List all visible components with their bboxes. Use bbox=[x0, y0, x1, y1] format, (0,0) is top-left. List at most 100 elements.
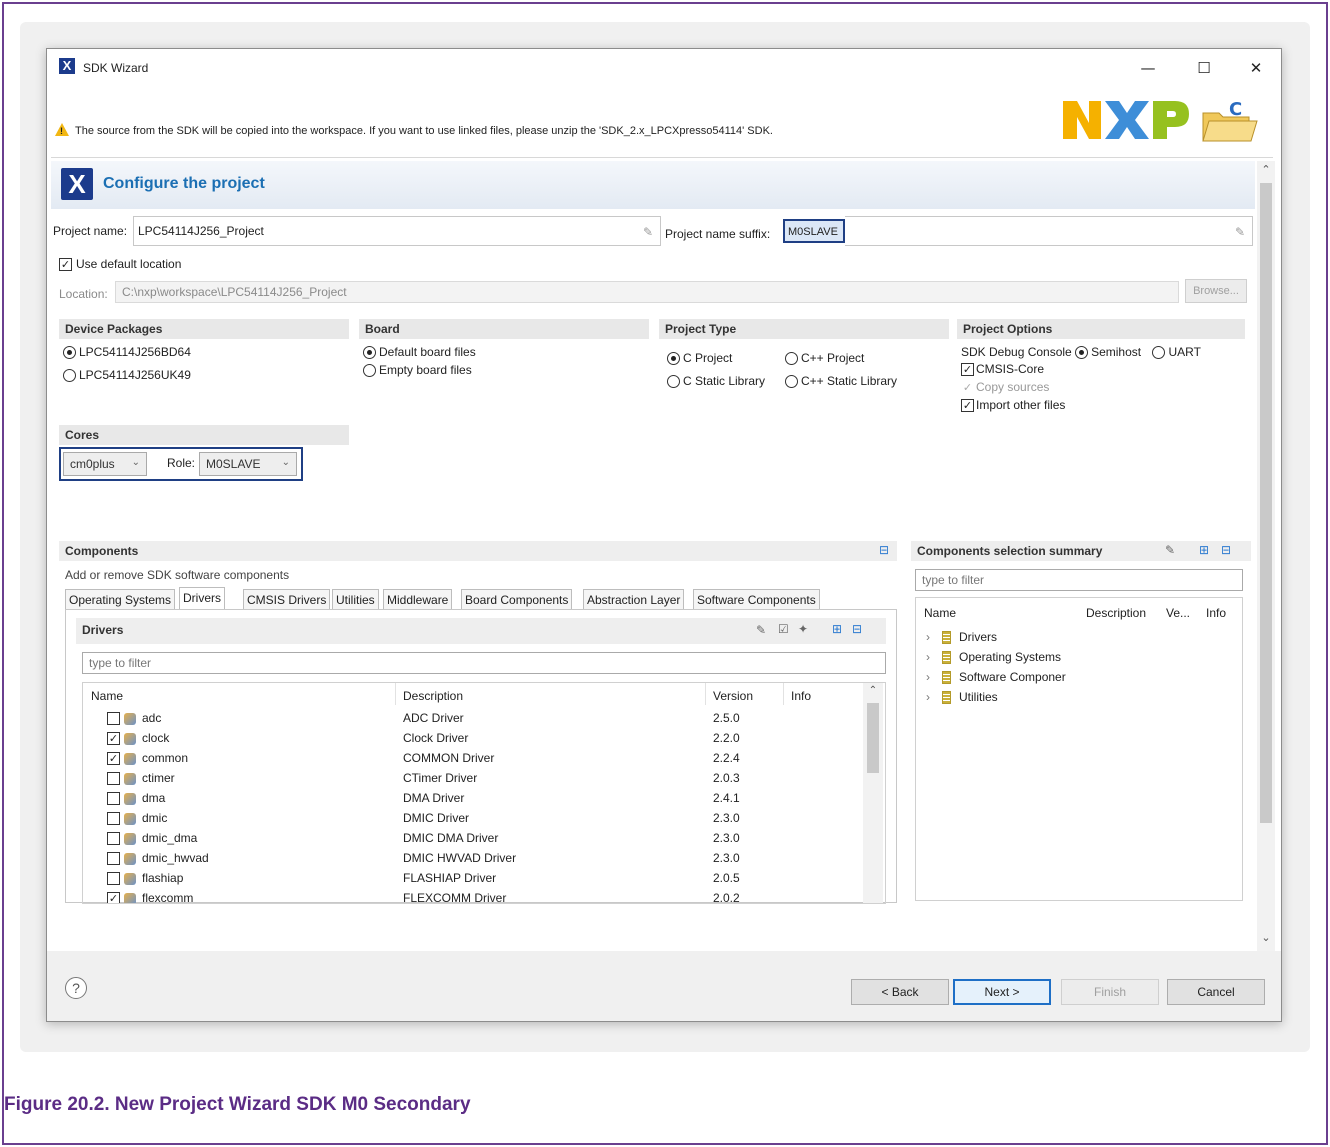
table-row[interactable]: ✓ common COMMON Driver 2.2.4 bbox=[83, 749, 863, 769]
table-row[interactable]: adc ADC Driver 2.5.0 bbox=[83, 709, 863, 729]
radio-selected-icon[interactable] bbox=[667, 352, 680, 366]
semihost-radio[interactable]: Semihost bbox=[1075, 345, 1141, 360]
driver-checkbox[interactable] bbox=[107, 832, 120, 846]
edit-suffix-icon[interactable]: ✎ bbox=[1233, 225, 1247, 239]
next-button[interactable]: Next > bbox=[953, 979, 1051, 1005]
radio-icon[interactable] bbox=[63, 369, 76, 383]
import-other-files-checkbox[interactable]: ✓ Import other files bbox=[961, 398, 1065, 413]
edit-name-icon[interactable]: ✎ bbox=[641, 225, 655, 239]
device-package-option-1[interactable]: LPC54114J256BD64 bbox=[63, 345, 191, 360]
radio-selected-icon[interactable] bbox=[1075, 346, 1089, 360]
tab-board-components[interactable]: Board Components bbox=[461, 589, 573, 609]
check-icon[interactable]: ✓ bbox=[961, 399, 974, 413]
scroll-up-icon[interactable]: ⌃ bbox=[865, 685, 881, 696]
chevron-right-icon[interactable]: › bbox=[926, 650, 930, 664]
table-row[interactable]: flashiap FLASHIAP Driver 2.0.5 bbox=[83, 869, 863, 889]
radio-icon[interactable] bbox=[785, 375, 798, 389]
summary-tree-item[interactable]: › Software Componer bbox=[922, 668, 1222, 688]
table-row[interactable]: dmic_hwvad DMIC HWVAD Driver 2.3.0 bbox=[83, 849, 863, 869]
tab-utilities[interactable]: Utilities bbox=[332, 589, 379, 609]
collapse-icon[interactable]: ⊟ bbox=[879, 543, 889, 557]
role-select[interactable]: M0SLAVE ⌄ bbox=[199, 452, 297, 476]
col-version[interactable]: Version bbox=[713, 689, 753, 703]
driver-checkbox[interactable] bbox=[107, 712, 120, 726]
tab-operating-systems[interactable]: Operating Systems bbox=[65, 589, 176, 609]
board-option-empty[interactable]: Empty board files bbox=[363, 363, 472, 378]
check-icon[interactable]: ✓ bbox=[961, 381, 974, 395]
close-button[interactable]: ✕ bbox=[1233, 55, 1279, 81]
back-button[interactable]: < Back bbox=[851, 979, 949, 1005]
uncheck-all-icon[interactable]: ✦ bbox=[798, 622, 808, 636]
check-icon[interactable]: ✓ bbox=[961, 363, 974, 377]
radio-icon[interactable] bbox=[363, 364, 376, 378]
col-info[interactable]: Info bbox=[791, 689, 811, 703]
core-select[interactable]: cm0plus ⌄ bbox=[63, 452, 147, 476]
summary-col-description[interactable]: Description bbox=[1086, 606, 1146, 620]
driver-checkbox[interactable]: ✓ bbox=[107, 732, 120, 746]
minimize-button[interactable]: — bbox=[1125, 55, 1171, 81]
project-name-input[interactable]: LPC54114J256_Project bbox=[133, 216, 661, 246]
cancel-button[interactable]: Cancel bbox=[1167, 979, 1265, 1005]
table-scrollbar[interactable]: ⌃ bbox=[863, 683, 883, 903]
tab-software-components[interactable]: Software Components bbox=[693, 589, 820, 609]
expand-all-icon[interactable]: ⊞ bbox=[1199, 543, 1209, 557]
driver-checkbox[interactable]: ✓ bbox=[107, 892, 120, 903]
maximize-button[interactable]: ☐ bbox=[1181, 55, 1227, 81]
drivers-filter-input[interactable]: type to filter bbox=[82, 652, 886, 674]
radio-selected-icon[interactable] bbox=[63, 346, 76, 360]
collapse-all-icon[interactable]: ⊟ bbox=[1221, 543, 1231, 557]
driver-checkbox[interactable] bbox=[107, 872, 120, 886]
use-default-location-checkbox[interactable]: ✓ Use default location bbox=[59, 257, 181, 272]
tab-abstraction-layer[interactable]: Abstraction Layer bbox=[583, 589, 685, 609]
table-row[interactable]: ✓ clock Clock Driver 2.2.0 bbox=[83, 729, 863, 749]
project-type-c[interactable]: C Project bbox=[667, 351, 732, 366]
driver-checkbox[interactable] bbox=[107, 812, 120, 826]
project-type-c-static[interactable]: C Static Library bbox=[667, 374, 765, 389]
table-row[interactable]: dmic DMIC Driver 2.3.0 bbox=[83, 809, 863, 829]
radio-icon[interactable] bbox=[1152, 346, 1166, 360]
chevron-right-icon[interactable]: › bbox=[926, 690, 930, 704]
check-all-icon[interactable]: ☑ bbox=[778, 622, 789, 636]
default-location-check-icon[interactable]: ✓ bbox=[59, 258, 72, 272]
scrollbar-thumb[interactable] bbox=[1260, 183, 1272, 823]
summary-tree-item[interactable]: › Drivers bbox=[922, 628, 1222, 648]
table-row[interactable]: ctimer CTimer Driver 2.0.3 bbox=[83, 769, 863, 789]
driver-checkbox[interactable] bbox=[107, 792, 120, 806]
project-suffix-field-rest[interactable] bbox=[845, 216, 1253, 246]
tab-cmsis-drivers[interactable]: CMSIS Drivers bbox=[243, 589, 331, 609]
scroll-up-icon[interactable]: ⌃ bbox=[1257, 163, 1275, 176]
cmsis-core-checkbox[interactable]: ✓ CMSIS-Core bbox=[961, 362, 1044, 377]
project-suffix-input[interactable]: M0SLAVE bbox=[783, 219, 845, 243]
table-row[interactable]: dma DMA Driver 2.4.1 bbox=[83, 789, 863, 809]
driver-checkbox[interactable] bbox=[107, 852, 120, 866]
table-row[interactable]: dmic_dma DMIC DMA Driver 2.3.0 bbox=[83, 829, 863, 849]
summary-col-version[interactable]: Ve... bbox=[1166, 606, 1190, 620]
collapse-all-icon[interactable]: ⊟ bbox=[852, 622, 862, 636]
table-row[interactable]: ✓ flexcomm FLEXCOMM Driver 2.0.2 bbox=[83, 889, 863, 903]
tab-middleware[interactable]: Middleware bbox=[383, 589, 453, 609]
summary-tree-item[interactable]: › Utilities bbox=[922, 688, 1222, 708]
board-option-default[interactable]: Default board files bbox=[363, 345, 476, 360]
copy-sources-checkbox[interactable]: ✓ Copy sources bbox=[961, 380, 1049, 395]
browse-button[interactable]: Browse... bbox=[1185, 279, 1247, 303]
summary-tree-item[interactable]: › Operating Systems bbox=[922, 648, 1222, 668]
page-scrollbar[interactable]: ⌃ ⌄ bbox=[1257, 161, 1275, 951]
scroll-down-icon[interactable]: ⌄ bbox=[1257, 931, 1275, 944]
scrollbar-thumb[interactable] bbox=[867, 703, 879, 773]
edit-icon[interactable]: ✎ bbox=[1165, 543, 1175, 557]
driver-checkbox[interactable] bbox=[107, 772, 120, 786]
radio-selected-icon[interactable] bbox=[363, 346, 376, 360]
project-type-cpp[interactable]: C++ Project bbox=[785, 351, 864, 366]
radio-icon[interactable] bbox=[667, 375, 680, 389]
radio-icon[interactable] bbox=[785, 352, 798, 366]
chevron-right-icon[interactable]: › bbox=[926, 670, 930, 684]
edit-icon[interactable]: ✎ bbox=[756, 623, 766, 637]
tab-drivers[interactable]: Drivers bbox=[179, 587, 225, 609]
col-name[interactable]: Name bbox=[91, 689, 123, 703]
location-input[interactable]: C:\nxp\workspace\LPC54114J256_Project bbox=[115, 281, 1179, 303]
summary-col-info[interactable]: Info bbox=[1206, 606, 1226, 620]
summary-filter-input[interactable]: type to filter bbox=[915, 569, 1243, 591]
driver-checkbox[interactable]: ✓ bbox=[107, 752, 120, 766]
uart-radio[interactable]: UART bbox=[1152, 345, 1201, 360]
finish-button[interactable]: Finish bbox=[1061, 979, 1159, 1005]
